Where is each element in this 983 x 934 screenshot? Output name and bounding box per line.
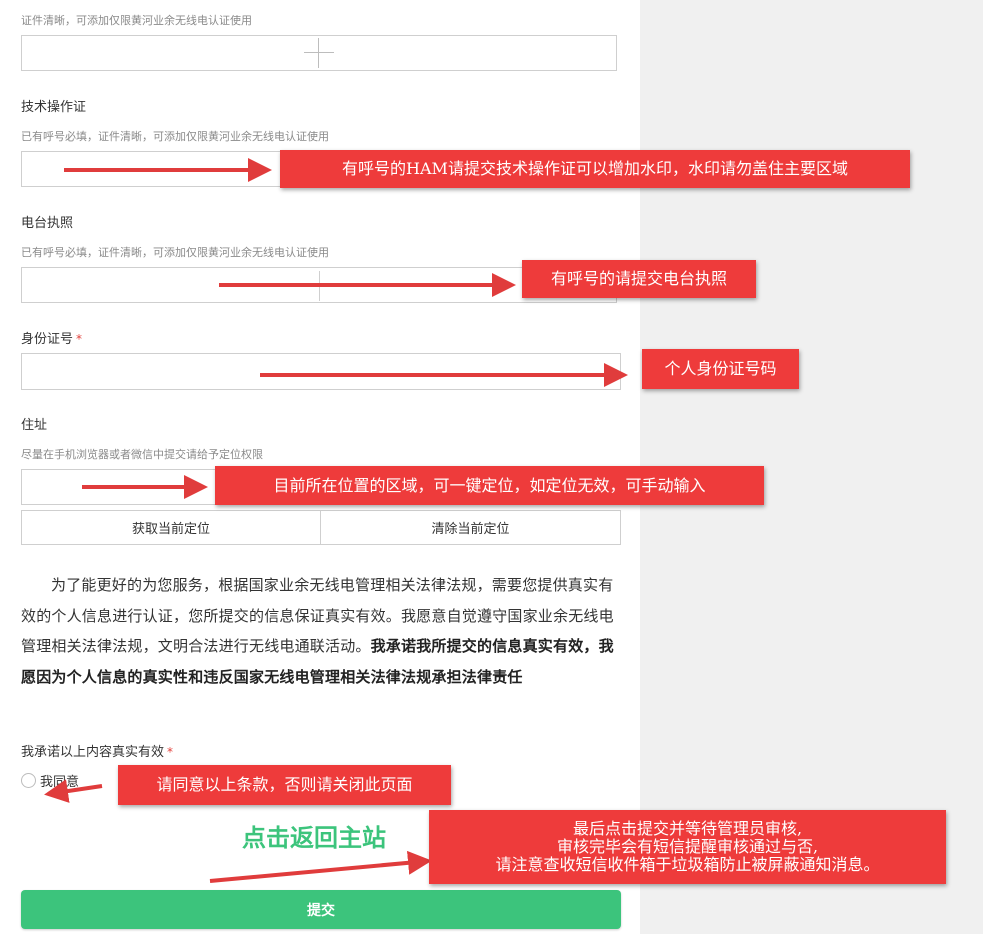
final-note: 最后点击提交并等待管理员审核, 审核完毕会有短信提醒审核通过与否, 请注意查收短… [429,810,946,884]
station-note: 有呼号的请提交电台执照 [522,260,756,298]
agree-option[interactable]: 我同意 [21,771,79,790]
address-label: 住址 [21,418,48,433]
tech-cert-label: 技术操作证 [21,100,87,115]
plus-icon [319,271,320,301]
final-note-line1: 最后点击提交并等待管理员审核, [572,819,803,838]
arrow-submit [209,850,432,883]
promise-label: 我承诺以上内容真实有效 * [21,745,174,760]
agree-label: 我同意 [40,775,80,790]
final-note-line3: 请注意查收短信收件箱于垃圾箱防止被屏蔽通知消息。 [495,855,880,874]
submit-button[interactable]: 提交 [21,890,621,929]
return-note: 点击返回主站 [242,824,386,852]
agree-note: 请同意以上条款，否则请关闭此页面 [118,765,451,805]
station-license-hint: 已有呼号必填，证件清晰，可添加仅限黄河业余无线电认证使用 [21,246,329,259]
location-note: 目前所在位置的区域，可一键定位，如定位无效，可手动输入 [215,466,764,505]
agree-radio[interactable] [21,773,36,788]
required-mark: * [76,332,83,346]
tech-cert-note: 有呼号的HAM请提交技术操作证可以增加水印，水印请勿盖住主要区域 [280,150,910,188]
upload-box-top[interactable] [21,35,617,71]
upload-hint: 证件清晰，可添加仅限黄河业余无线电认证使用 [21,14,252,27]
id-number-input[interactable] [21,353,621,390]
legal-statement: 为了能更好的为您服务，根据国家业余无线电管理相关法律法规，需要您提供真实有效的个… [21,570,623,692]
required-mark: * [167,745,174,759]
address-hint: 尽量在手机浏览器或者微信中提交请给予定位权限 [21,448,263,461]
tech-cert-hint: 已有呼号必填，证件清晰，可添加仅限黄河业余无线电认证使用 [21,130,329,143]
station-license-label: 电台执照 [21,216,74,231]
id-number-label: 身份证号 * [21,332,83,347]
plus-icon [304,38,334,68]
id-note: 个人身份证号码 [642,349,799,389]
get-location-button[interactable]: 获取当前定位 [21,510,321,545]
clear-location-button[interactable]: 清除当前定位 [320,510,621,545]
final-note-line2: 审核完毕会有短信提醒审核通过与否, [556,837,819,856]
